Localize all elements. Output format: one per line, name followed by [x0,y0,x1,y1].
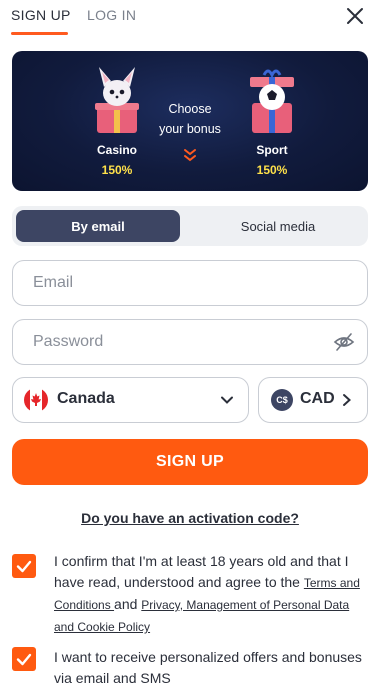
currency-select[interactable]: C$ CAD [258,377,368,423]
registration-method-toggle: By email Social media [12,206,368,246]
choose-bonus-text: Choose your bonus [150,99,230,139]
offers-checkbox[interactable] [12,647,36,671]
email-field [12,260,368,306]
age-terms-checkbox[interactable] [12,554,36,578]
activation-code-link[interactable]: Do you have an activation code? [0,510,380,526]
bonus-banner: Casino 150% Choose your bonus Sport 150% [12,51,368,191]
casino-fox-gift-icon [95,67,139,133]
chevron-down-icon [221,396,233,404]
sign-up-button[interactable]: SIGN UP [12,439,368,485]
password-input[interactable] [33,320,323,363]
active-tab-indicator [11,32,68,35]
country-select[interactable]: Canada [12,377,249,423]
sport-bonus-percent: 150% [256,163,288,177]
chevron-right-icon [343,394,351,406]
email-input[interactable] [33,261,323,304]
sport-bonus-option[interactable]: Sport 150% [222,51,322,191]
close-icon[interactable] [344,5,366,27]
and-text: and [114,596,142,612]
currency-value: CAD [300,390,335,407]
country-value: Canada [57,390,115,407]
sport-label: Sport [256,143,288,157]
checkmark-icon [16,653,32,666]
casino-bonus-percent: 150% [101,163,133,177]
sport-ball-gift-icon [250,69,294,133]
currency-symbol-icon: C$ [271,389,293,411]
double-chevron-down-icon [184,149,196,162]
social-media-option[interactable]: Social media [196,210,360,242]
tab-signup[interactable]: SIGN UP [11,7,71,23]
choose-line-1: Choose [168,102,212,116]
canada-flag-icon [24,388,48,412]
checkmark-icon [16,560,32,573]
offers-consent-text: I want to receive personalized offers an… [54,649,362,686]
password-field [12,319,368,365]
auth-tabs: SIGN UP LOG IN [0,0,380,36]
by-email-option[interactable]: By email [16,210,180,242]
age-terms-consent-text: I confirm that I'm at least 18 years old… [54,551,372,638]
hide-password-icon[interactable] [333,331,355,353]
casino-label: Casino [96,143,137,157]
tab-login[interactable]: LOG IN [87,7,136,23]
choose-line-2: your bonus [159,122,221,136]
